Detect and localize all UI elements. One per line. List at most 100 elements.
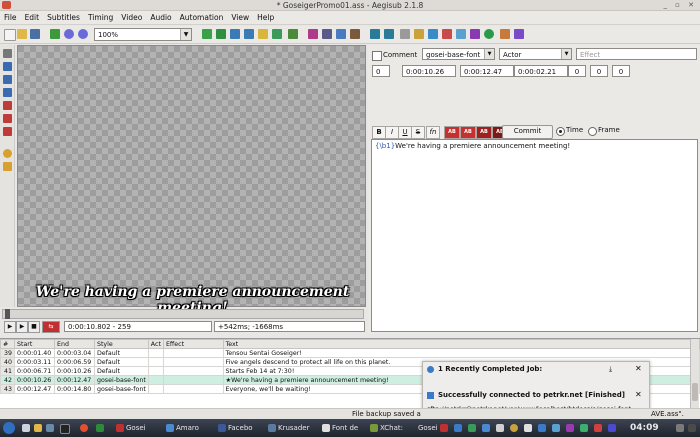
menu-file[interactable]: File	[0, 11, 21, 22]
sync-icon[interactable]	[608, 424, 616, 432]
actor-select[interactable]: Actor ▼	[499, 48, 572, 60]
snap-end-icon[interactable]	[216, 29, 226, 39]
volume-icon[interactable]	[524, 424, 532, 432]
bluetooth-icon[interactable]	[482, 424, 490, 432]
open-file-icon[interactable]	[17, 29, 27, 39]
outline-color-button[interactable]: AB	[476, 126, 492, 139]
find-icon[interactable]	[370, 29, 380, 39]
end-time-field[interactable]: 0:00:12.47	[460, 65, 514, 77]
spellcheck-icon[interactable]	[470, 29, 480, 39]
show-desktop-icon[interactable]	[676, 424, 684, 432]
updates-icon[interactable]	[468, 424, 476, 432]
video-display[interactable]: We're having a premiere announcement mee…	[17, 45, 366, 316]
stop-icon[interactable]: ■	[28, 321, 40, 333]
desktop-pager-icon[interactable]	[96, 424, 104, 432]
wifi-icon[interactable]	[552, 424, 560, 432]
clip-tool-icon[interactable]	[3, 114, 12, 123]
kanji-timer-icon[interactable]	[456, 29, 466, 39]
font-button[interactable]: fn	[426, 126, 440, 139]
italic-button[interactable]: I	[385, 126, 399, 139]
play-line-icon[interactable]: ▶	[16, 321, 28, 333]
close-icon[interactable]: ✕	[635, 364, 642, 373]
play-icon[interactable]: ▶	[4, 321, 16, 333]
rotate-z-icon[interactable]	[3, 75, 12, 84]
standard-tool-icon[interactable]	[3, 49, 12, 58]
panel-settings-icon[interactable]	[688, 424, 696, 432]
assistant-icon[interactable]	[484, 29, 494, 39]
table-row[interactable]: 39 0:00:01.40 0:00:03.04 Default Tensou …	[0, 348, 700, 358]
duration-field[interactable]: 0:00:02.21	[514, 65, 568, 77]
strikeout-button[interactable]: S	[411, 126, 425, 139]
time-radio[interactable]	[556, 127, 565, 136]
menu-timing[interactable]: Timing	[84, 11, 117, 22]
properties-icon[interactable]	[322, 29, 332, 39]
comment-checkbox[interactable]	[372, 51, 382, 61]
video-seek-slider[interactable]	[2, 309, 364, 319]
jump-to-icon[interactable]	[50, 29, 60, 39]
col-text[interactable]: Text	[222, 339, 700, 349]
style-select[interactable]: gosei-base-font ▼	[422, 48, 495, 60]
col-end[interactable]: End	[53, 339, 95, 349]
menu-video[interactable]: Video	[117, 11, 146, 22]
help-tool-icon[interactable]	[3, 162, 12, 171]
snap-scene-icon[interactable]	[230, 29, 240, 39]
network-icon[interactable]	[454, 424, 462, 432]
task-font[interactable]: Font de	[322, 422, 366, 434]
resample-icon[interactable]	[428, 29, 438, 39]
clipboard-icon[interactable]	[496, 424, 504, 432]
secondary-color-button[interactable]: AB	[460, 126, 476, 139]
snap-start-icon[interactable]	[202, 29, 212, 39]
save-icon[interactable]	[30, 29, 40, 39]
download-icon[interactable]: ⤓	[609, 365, 612, 374]
close-icon[interactable]: ✕	[635, 390, 642, 399]
styles-manager-icon[interactable]	[308, 29, 318, 39]
menu-audio[interactable]: Audio	[146, 11, 175, 22]
seek-thumb[interactable]	[5, 309, 10, 319]
web-icon[interactable]	[46, 424, 54, 432]
task-facebook[interactable]: Facebo	[218, 422, 264, 434]
zoom-in-icon[interactable]	[64, 29, 74, 39]
menu-help[interactable]: Help	[253, 11, 278, 22]
automation-icon[interactable]	[514, 29, 524, 39]
battery-icon[interactable]	[538, 424, 546, 432]
keyboard-layout-icon[interactable]	[440, 424, 448, 432]
task-aegisub[interactable]: Gosei	[116, 422, 161, 434]
autoscroll-icon[interactable]: ⇆	[42, 321, 60, 333]
video-frame-icon[interactable]	[258, 29, 268, 39]
notifications-icon[interactable]	[510, 424, 518, 432]
file-manager-icon[interactable]	[34, 424, 42, 432]
bold-button[interactable]: B	[372, 126, 386, 139]
col-effect[interactable]: Effect	[162, 339, 224, 349]
vector-clip-icon[interactable]	[3, 127, 12, 136]
menu-view[interactable]: View	[227, 11, 253, 22]
task-krusader[interactable]: Krusader	[268, 422, 320, 434]
rotate-xy-icon[interactable]	[3, 88, 12, 97]
menu-subtitles[interactable]: Subtitles	[43, 11, 84, 22]
shift-times-icon[interactable]	[400, 29, 410, 39]
menu-edit[interactable]: Edit	[21, 11, 44, 22]
subtitle-text-editor[interactable]: {\b1}We're having a premiere announcemen…	[371, 139, 698, 332]
primary-color-button[interactable]: AB	[444, 126, 460, 139]
download-manager-icon[interactable]	[594, 424, 602, 432]
timing-postprocessor-icon[interactable]	[442, 29, 452, 39]
realtime-icon[interactable]	[3, 149, 12, 158]
col-actor[interactable]: Act	[147, 339, 164, 349]
window-controls[interactable]: _ ▫ ✕	[663, 1, 697, 9]
col-start[interactable]: Start	[13, 339, 55, 349]
layer-spinner[interactable]: 0	[372, 65, 390, 77]
grid-scrollbar[interactable]	[690, 339, 699, 408]
terminal-icon[interactable]	[60, 424, 70, 434]
margin-right-field[interactable]: 0	[590, 65, 608, 77]
zoom-out-icon[interactable]	[78, 29, 88, 39]
effect-field[interactable]: Effect	[576, 48, 697, 60]
col-style[interactable]: Style	[93, 339, 149, 349]
scale-tool-icon[interactable]	[3, 101, 12, 110]
menu-automation[interactable]: Automation	[176, 11, 228, 22]
fonts-collector-icon[interactable]	[350, 29, 360, 39]
opera-icon[interactable]	[80, 424, 88, 432]
find-replace-icon[interactable]	[384, 29, 394, 39]
underline-button[interactable]: U	[398, 126, 412, 139]
drag-tool-icon[interactable]	[3, 62, 12, 71]
margin-left-field[interactable]: 0	[568, 65, 586, 77]
options-icon[interactable]	[500, 29, 510, 39]
